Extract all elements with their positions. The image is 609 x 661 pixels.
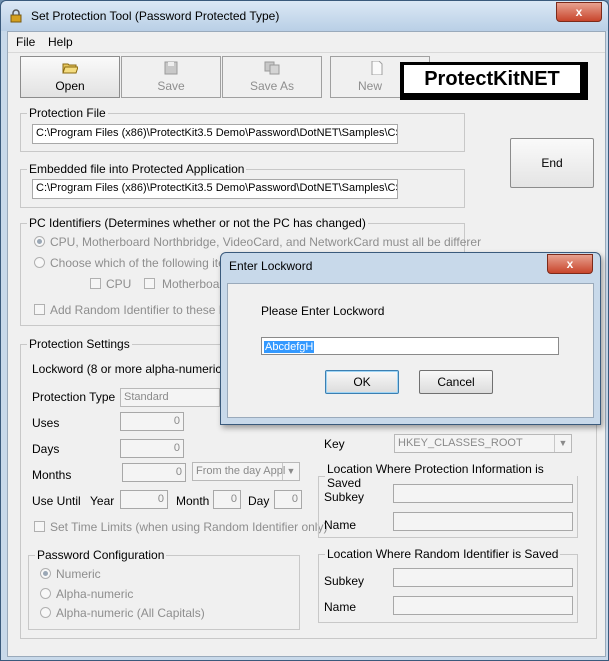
radio-all-must-differ[interactable] [34, 236, 45, 247]
embedded-file-input[interactable]: C:\Program Files (x86)\ProtectKit3.5 Dem… [32, 179, 398, 199]
day-label: Day [248, 494, 270, 508]
name-label: Name [324, 518, 357, 532]
checkbox-time-limits[interactable] [34, 521, 45, 532]
save-as-icon [264, 61, 280, 75]
save-label: Save [157, 79, 185, 93]
checkbox-cpu[interactable] [90, 278, 101, 289]
registry-key-select[interactable]: HKEY_CLASSES_ROOT ▼ [394, 434, 572, 453]
month-label: Month [176, 494, 210, 508]
option-all-label: CPU, Motherboard Northbridge, VideoCard,… [50, 235, 482, 249]
protection-file-input[interactable]: C:\Program Files (x86)\ProtectKit3.5 Dem… [32, 124, 398, 144]
window-title: Set Protection Tool (Password Protected … [31, 9, 280, 23]
enter-lockword-dialog: Enter Lockword x Please Enter Lockword A… [220, 252, 601, 425]
cancel-button[interactable]: Cancel [419, 370, 493, 394]
lockword-input-value: AbcdefgH [264, 341, 315, 353]
key-label: Key [324, 437, 345, 451]
lock-icon [10, 9, 22, 23]
dialog-close-button[interactable]: x [547, 254, 593, 274]
cpu-label: CPU [106, 277, 132, 291]
month-input[interactable]: 0 [213, 490, 241, 509]
open-label: Open [55, 79, 85, 93]
ok-button[interactable]: OK [325, 370, 399, 394]
end-button[interactable]: End [510, 138, 594, 188]
name-input[interactable] [393, 512, 573, 531]
close-button[interactable]: x [556, 2, 602, 22]
random-subkey-input[interactable] [393, 568, 573, 587]
random-identifier-label: Add Random Identifier to these PC id [50, 303, 249, 317]
title-bar[interactable]: Set Protection Tool (Password Protected … [1, 1, 608, 31]
lockword-input[interactable]: AbcdefgH [261, 337, 559, 355]
logo-text: ProtectKitNET [404, 65, 580, 93]
menu-bar: File Help [8, 32, 605, 53]
embedded-file-legend: Embedded file into Protected Application [29, 162, 245, 176]
radio-choose-items[interactable] [34, 257, 45, 268]
radio-numeric[interactable] [40, 568, 51, 579]
chevron-down-icon: ▼ [282, 463, 299, 480]
open-button[interactable]: Open [20, 56, 120, 98]
alpha-caps-label: Alpha-numeric (All Capitals) [56, 606, 205, 620]
option-choose-label: Choose which of the following items [50, 256, 241, 270]
uses-label: Uses [32, 416, 60, 430]
protection-type-select[interactable]: Standard [120, 388, 220, 407]
subkey-label: Subkey [324, 490, 365, 504]
radio-alpha-numeric[interactable] [40, 588, 51, 599]
days-label: Days [32, 442, 60, 456]
checkbox-random-identifier[interactable] [34, 304, 45, 315]
save-button[interactable]: Save [121, 56, 221, 98]
year-label: Year [90, 494, 115, 508]
menu-help[interactable]: Help [48, 35, 73, 49]
protection-settings-legend: Protection Settings [29, 337, 130, 351]
menu-file[interactable]: File [16, 35, 35, 49]
toolbar: Open Save Save As [20, 56, 322, 98]
day-input[interactable]: 0 [274, 490, 302, 509]
floppy-disk-icon [164, 61, 178, 75]
months-input[interactable]: 0 [122, 463, 186, 482]
password-config-legend: Password Configuration [37, 548, 165, 562]
checkbox-motherboard[interactable] [144, 278, 155, 289]
chevron-down-icon: ▼ [554, 435, 571, 452]
dialog-prompt: Please Enter Lockword [261, 304, 385, 318]
use-until-label: Use Until [32, 494, 81, 508]
days-input[interactable]: 0 [120, 439, 184, 458]
months-start-select[interactable]: From the day Appl ▼ [192, 462, 300, 481]
radio-alpha-caps[interactable] [40, 607, 51, 618]
months-start-value: From the day Appl [196, 465, 286, 477]
random-subkey-label: Subkey [324, 574, 365, 588]
new-document-icon [371, 61, 383, 75]
random-location-legend: Location Where Random Identifier is Save… [327, 547, 559, 561]
time-limits-label: Set Time Limits (when using Random Ident… [50, 520, 328, 534]
folder-open-icon [62, 63, 78, 74]
year-input[interactable]: 0 [120, 490, 168, 509]
uses-input[interactable]: 0 [120, 412, 184, 431]
protection-type-label: Protection Type [32, 390, 116, 404]
numeric-label: Numeric [56, 567, 101, 581]
protection-file-legend: Protection File [29, 106, 106, 120]
logo: ProtectKitNET [400, 62, 588, 100]
alpha-numeric-label: Alpha-numeric [56, 587, 134, 601]
random-name-label: Name [324, 600, 357, 614]
dialog-client: Please Enter Lockword AbcdefgH OK Cancel [227, 283, 594, 418]
registry-key-value: HKEY_CLASSES_ROOT [398, 437, 523, 449]
dialog-title: Enter Lockword [229, 259, 313, 273]
save-as-label: Save As [249, 79, 295, 93]
save-as-button[interactable]: Save As [222, 56, 322, 98]
pc-identifiers-legend: PC Identifiers (Determines whether or no… [29, 216, 366, 230]
random-name-input[interactable] [393, 596, 573, 615]
months-label: Months [32, 468, 72, 482]
subkey-input[interactable] [393, 484, 573, 503]
